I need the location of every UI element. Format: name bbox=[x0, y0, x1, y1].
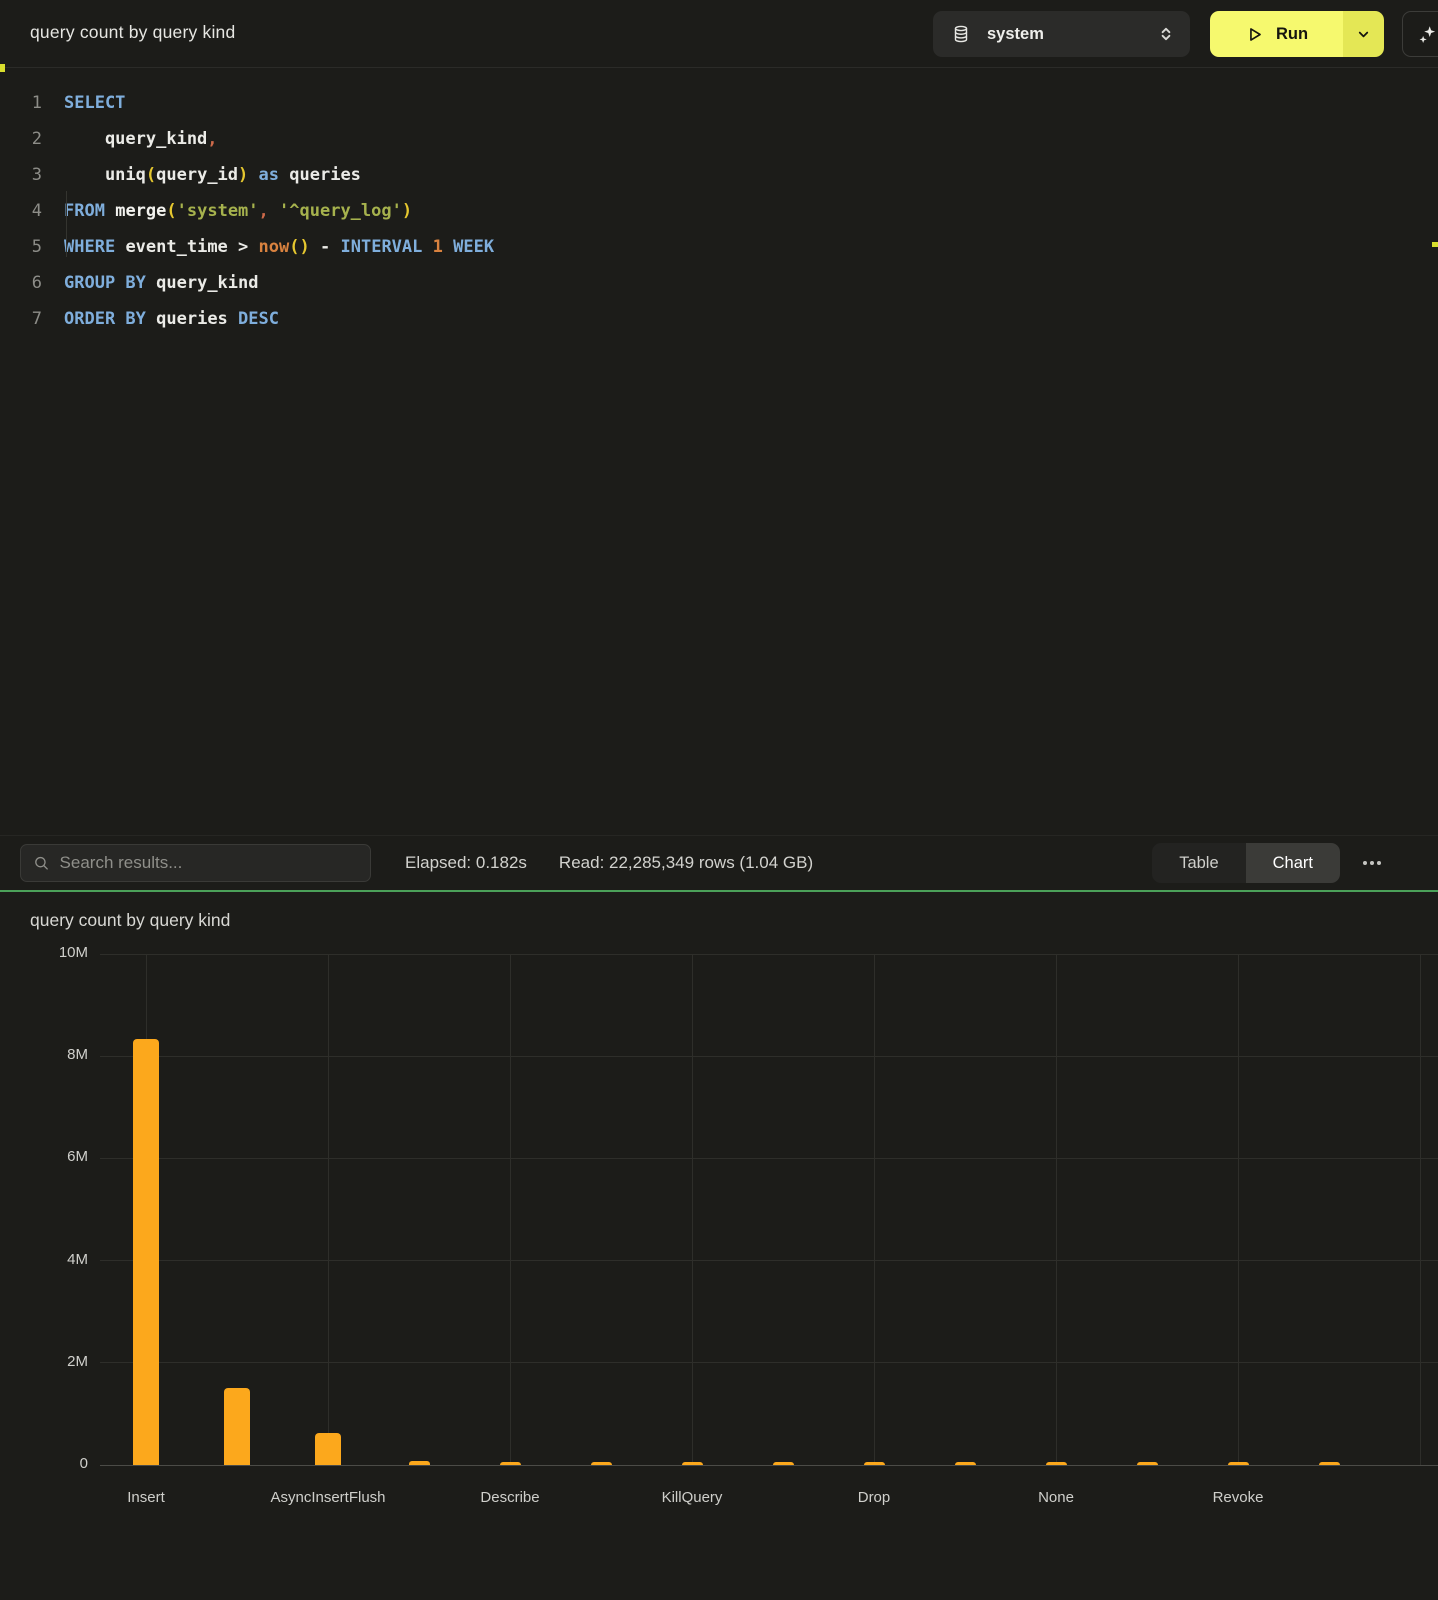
code-text: GROUP BY query_kind bbox=[42, 265, 259, 301]
line-number: 5 bbox=[0, 229, 42, 265]
read-stat: Read: 22,285,349 rows (1.04 GB) bbox=[559, 853, 813, 873]
chevron-updown-icon bbox=[1158, 26, 1174, 42]
line-number: 6 bbox=[0, 265, 42, 301]
x-tick-label: KillQuery bbox=[607, 1489, 777, 1506]
y-tick-label: 2M bbox=[3, 1353, 88, 1370]
scrollbar-marker bbox=[1432, 242, 1438, 247]
y-tick-label: 4M bbox=[3, 1251, 88, 1268]
dot-icon bbox=[1370, 861, 1374, 865]
database-icon bbox=[951, 24, 971, 44]
code-line: 7ORDER BY queries DESC bbox=[0, 301, 1438, 337]
run-options-button[interactable] bbox=[1343, 11, 1384, 57]
results-toolbar: Elapsed: 0.182s Read: 22,285,349 rows (1… bbox=[0, 835, 1438, 890]
line-number: 1 bbox=[0, 85, 42, 121]
x-tick-label: Revoke bbox=[1153, 1489, 1323, 1506]
more-options-button[interactable] bbox=[1361, 855, 1383, 871]
play-icon bbox=[1245, 25, 1264, 44]
code-lines: 1SELECT2 query_kind,3 uniq(query_id) as … bbox=[0, 85, 1438, 337]
database-selector[interactable]: system bbox=[933, 11, 1190, 57]
bar-unlabeled-13 bbox=[1319, 1462, 1340, 1465]
chart-panel: query count by query kind 02M4M6M8M10MIn… bbox=[0, 892, 1438, 1598]
code-text: query_kind, bbox=[42, 121, 218, 157]
code-line: 2 query_kind, bbox=[0, 121, 1438, 157]
sql-editor[interactable]: 1SELECT2 query_kind,3 uniq(query_id) as … bbox=[0, 68, 1438, 835]
bar-unlabeled-11 bbox=[1137, 1462, 1158, 1465]
dot-icon bbox=[1363, 861, 1367, 865]
bar-unlabeled-1 bbox=[224, 1388, 250, 1465]
x-tick-label: Insert bbox=[61, 1489, 231, 1506]
query-title: query count by query kind bbox=[30, 22, 235, 43]
tab-chart[interactable]: Chart bbox=[1246, 843, 1340, 883]
x-gridline bbox=[1420, 954, 1421, 1465]
run-button[interactable]: Run bbox=[1210, 11, 1343, 57]
run-button-group: Run bbox=[1210, 11, 1384, 57]
x-gridline bbox=[1238, 954, 1239, 1465]
line-number: 3 bbox=[0, 157, 42, 193]
code-text: ORDER BY queries DESC bbox=[42, 301, 279, 337]
code-line: 4FROM merge('system', '^query_log') bbox=[0, 193, 1438, 229]
bar-Insert bbox=[133, 1039, 159, 1465]
bar-AsyncInsertFlush bbox=[315, 1433, 341, 1465]
search-icon bbox=[33, 854, 50, 872]
view-toggle: Table Chart bbox=[1152, 843, 1340, 883]
chevron-down-icon bbox=[1356, 27, 1371, 42]
line-number: 4 bbox=[0, 193, 42, 229]
search-results-box[interactable] bbox=[20, 844, 371, 882]
code-line: 1SELECT bbox=[0, 85, 1438, 121]
code-line: 6GROUP BY query_kind bbox=[0, 265, 1438, 301]
sparkle-icon bbox=[1417, 24, 1438, 45]
x-gridline bbox=[692, 954, 693, 1465]
bar-Drop bbox=[864, 1462, 885, 1465]
bar-Describe bbox=[500, 1462, 521, 1465]
editor-edge-marker bbox=[0, 64, 5, 72]
x-tick-label: Describe bbox=[425, 1489, 595, 1506]
bar-unlabeled-5 bbox=[591, 1462, 612, 1465]
query-header-bar: query count by query kind system Run bbox=[0, 0, 1438, 68]
bar-chart: 02M4M6M8M10MInsertAsyncInsertFlushDescri… bbox=[100, 954, 1438, 1465]
chart-title: query count by query kind bbox=[30, 910, 230, 931]
elapsed-stat: Elapsed: 0.182s bbox=[405, 853, 527, 873]
x-gridline bbox=[874, 954, 875, 1465]
x-gridline bbox=[1056, 954, 1057, 1465]
x-tick-label: None bbox=[971, 1489, 1141, 1506]
y-tick-label: 10M bbox=[3, 944, 88, 961]
x-tick-label: AsyncInsertFlush bbox=[243, 1489, 413, 1506]
bar-unlabeled-7 bbox=[773, 1462, 794, 1465]
code-line: 5WHERE event_time > now() - INTERVAL 1 W… bbox=[0, 229, 1438, 265]
code-line: 3 uniq(query_id) as queries bbox=[0, 157, 1438, 193]
indent-guide bbox=[66, 191, 67, 257]
y-tick-label: 8M bbox=[3, 1046, 88, 1063]
ai-assist-button[interactable] bbox=[1402, 11, 1438, 57]
code-text: SELECT bbox=[42, 85, 125, 121]
line-number: 7 bbox=[0, 301, 42, 337]
bar-unlabeled-9 bbox=[955, 1462, 976, 1465]
code-text: WHERE event_time > now() - INTERVAL 1 WE… bbox=[42, 229, 494, 265]
tab-table[interactable]: Table bbox=[1152, 843, 1245, 883]
bar-None bbox=[1046, 1462, 1067, 1465]
code-text: FROM merge('system', '^query_log') bbox=[42, 193, 412, 229]
line-number: 2 bbox=[0, 121, 42, 157]
x-gridline bbox=[510, 954, 511, 1465]
y-tick-label: 6M bbox=[3, 1148, 88, 1165]
x-gridline bbox=[328, 954, 329, 1465]
bar-KillQuery bbox=[682, 1462, 703, 1465]
search-results-input[interactable] bbox=[60, 853, 358, 873]
database-selector-value: system bbox=[987, 25, 1044, 44]
dot-icon bbox=[1377, 861, 1381, 865]
x-tick-label: Drop bbox=[789, 1489, 959, 1506]
bar-unlabeled-3 bbox=[409, 1461, 430, 1465]
y-tick-label: 0 bbox=[3, 1455, 88, 1472]
run-button-label: Run bbox=[1276, 25, 1308, 44]
code-text: uniq(query_id) as queries bbox=[42, 157, 361, 193]
bar-Revoke bbox=[1228, 1462, 1249, 1465]
